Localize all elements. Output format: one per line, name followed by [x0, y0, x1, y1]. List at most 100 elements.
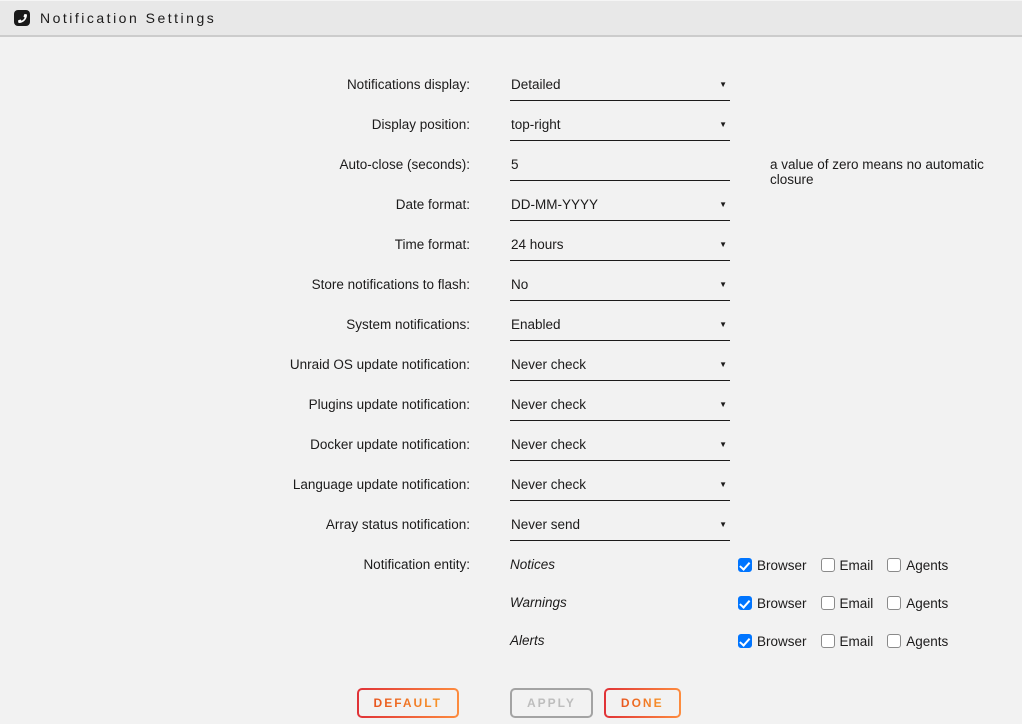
chevron-down-icon: ▼	[719, 80, 727, 89]
time-format-select[interactable]: 24 hours ▼	[510, 237, 730, 261]
chevron-down-icon: ▼	[719, 280, 727, 289]
selected-value: Never send	[511, 517, 580, 532]
checkbox-label: Browser	[757, 596, 807, 611]
checkbox-label: Agents	[906, 558, 948, 573]
chevron-down-icon: ▼	[719, 240, 727, 249]
selected-value: 24 hours	[511, 237, 564, 252]
language-update-select[interactable]: Never check ▼	[510, 477, 730, 501]
os-update-select[interactable]: Never check ▼	[510, 357, 730, 381]
checkbox-label: Email	[840, 634, 874, 649]
chevron-down-icon: ▼	[719, 400, 727, 409]
entity-row-warnings: Warnings Browser Email Agents	[0, 584, 1022, 622]
notices-browser-option[interactable]: Browser	[738, 558, 807, 573]
form-row-array-status: Array status notification: Never send ▼	[0, 506, 1022, 546]
auto-close-input[interactable]	[510, 157, 730, 181]
form-row-auto-close: Auto-close (seconds): a value of zero me…	[0, 146, 1022, 186]
field-label: Time format:	[0, 237, 470, 252]
alerts-browser-option[interactable]: Browser	[738, 634, 807, 649]
form-row-display-position: Display position: top-right ▼	[0, 106, 1022, 146]
chevron-down-icon: ▼	[719, 200, 727, 209]
field-label: Notifications display:	[0, 77, 470, 92]
alerts-agents-checkbox[interactable]	[887, 634, 901, 648]
plugins-update-select[interactable]: Never check ▼	[510, 397, 730, 421]
checkbox-label: Agents	[906, 634, 948, 649]
chevron-down-icon: ▼	[719, 360, 727, 369]
selected-value: Never check	[511, 357, 586, 372]
store-notifications-select[interactable]: No ▼	[510, 277, 730, 301]
warnings-browser-checkbox[interactable]	[738, 596, 752, 610]
selected-value: DD-MM-YYYY	[511, 197, 598, 212]
alerts-email-option[interactable]: Email	[821, 634, 874, 649]
chevron-down-icon: ▼	[719, 120, 727, 129]
entity-row-alerts: Alerts Browser Email Agents	[0, 622, 1022, 660]
alerts-agents-option[interactable]: Agents	[887, 634, 948, 649]
form-row-store-to-flash: Store notifications to flash: No ▼	[0, 266, 1022, 306]
field-label: Display position:	[0, 117, 470, 132]
field-label: Array status notification:	[0, 517, 470, 532]
selected-value: Never check	[511, 397, 586, 412]
chevron-down-icon: ▼	[719, 480, 727, 489]
page-titlebar: Notification Settings	[0, 0, 1022, 37]
form-row-docker-update: Docker update notification: Never check …	[0, 426, 1022, 466]
default-button[interactable]: DEFAULT	[357, 688, 459, 718]
date-format-select[interactable]: DD-MM-YYYY ▼	[510, 197, 730, 221]
field-label: Auto-close (seconds):	[0, 157, 470, 172]
chevron-down-icon: ▼	[719, 320, 727, 329]
system-notifications-select[interactable]: Enabled ▼	[510, 317, 730, 341]
notices-email-option[interactable]: Email	[821, 558, 874, 573]
field-label: Store notifications to flash:	[0, 277, 470, 292]
selected-value: Never check	[511, 477, 586, 492]
warnings-browser-option[interactable]: Browser	[738, 596, 807, 611]
form-row-time-format: Time format: 24 hours ▼	[0, 226, 1022, 266]
checkbox-label: Agents	[906, 596, 948, 611]
form-row-system-notifications: System notifications: Enabled ▼	[0, 306, 1022, 346]
done-button[interactable]: DONE	[604, 688, 681, 718]
notices-email-checkbox[interactable]	[821, 558, 835, 572]
alerts-browser-checkbox[interactable]	[738, 634, 752, 648]
chevron-down-icon: ▼	[719, 520, 727, 529]
selected-value: Never check	[511, 437, 586, 452]
array-status-select[interactable]: Never send ▼	[510, 517, 730, 541]
checkbox-label: Browser	[757, 634, 807, 649]
warnings-email-option[interactable]: Email	[821, 596, 874, 611]
warnings-agents-option[interactable]: Agents	[887, 596, 948, 611]
warnings-checkbox-group: Browser Email Agents	[738, 596, 1022, 611]
checkbox-label: Email	[840, 558, 874, 573]
entity-name-warnings: Warnings	[510, 595, 730, 610]
field-label: Language update notification:	[0, 477, 470, 492]
notices-browser-checkbox[interactable]	[738, 558, 752, 572]
field-label: Plugins update notification:	[0, 397, 470, 412]
form-row-language-update: Language update notification: Never chec…	[0, 466, 1022, 506]
selected-value: Enabled	[511, 317, 561, 332]
chevron-down-icon: ▼	[719, 440, 727, 449]
form-row-notifications-display: Notifications display: Detailed ▼	[0, 66, 1022, 106]
entity-name-notices: Notices	[510, 557, 730, 572]
display-position-select[interactable]: top-right ▼	[510, 117, 730, 141]
field-label: Unraid OS update notification:	[0, 357, 470, 372]
alerts-checkbox-group: Browser Email Agents	[738, 634, 1022, 649]
field-label: Date format:	[0, 197, 470, 212]
field-label: Docker update notification:	[0, 437, 470, 452]
notices-agents-option[interactable]: Agents	[887, 558, 948, 573]
alerts-email-checkbox[interactable]	[821, 634, 835, 648]
checkbox-label: Email	[840, 596, 874, 611]
warnings-agents-checkbox[interactable]	[887, 596, 901, 610]
selected-value: Detailed	[511, 77, 561, 92]
entity-name-alerts: Alerts	[510, 633, 730, 648]
entity-row-notices: Notification entity: Notices Browser Ema…	[0, 546, 1022, 584]
notices-agents-checkbox[interactable]	[887, 558, 901, 572]
warnings-email-checkbox[interactable]	[821, 596, 835, 610]
form-row-os-update: Unraid OS update notification: Never che…	[0, 346, 1022, 386]
checkbox-label: Browser	[757, 558, 807, 573]
docker-update-select[interactable]: Never check ▼	[510, 437, 730, 461]
auto-close-hint: a value of zero means no automatic closu…	[770, 157, 1022, 187]
page-title: Notification Settings	[40, 10, 216, 26]
field-label: Notification entity:	[0, 557, 470, 572]
notifications-display-select[interactable]: Detailed ▼	[510, 77, 730, 101]
notification-settings-form: Notifications display: Detailed ▼ Displa…	[0, 66, 1022, 718]
selected-value: No	[511, 277, 528, 292]
selected-value: top-right	[511, 117, 561, 132]
notices-checkbox-group: Browser Email Agents	[738, 558, 1022, 573]
apply-button[interactable]: APPLY	[510, 688, 593, 718]
field-label: System notifications:	[0, 317, 470, 332]
